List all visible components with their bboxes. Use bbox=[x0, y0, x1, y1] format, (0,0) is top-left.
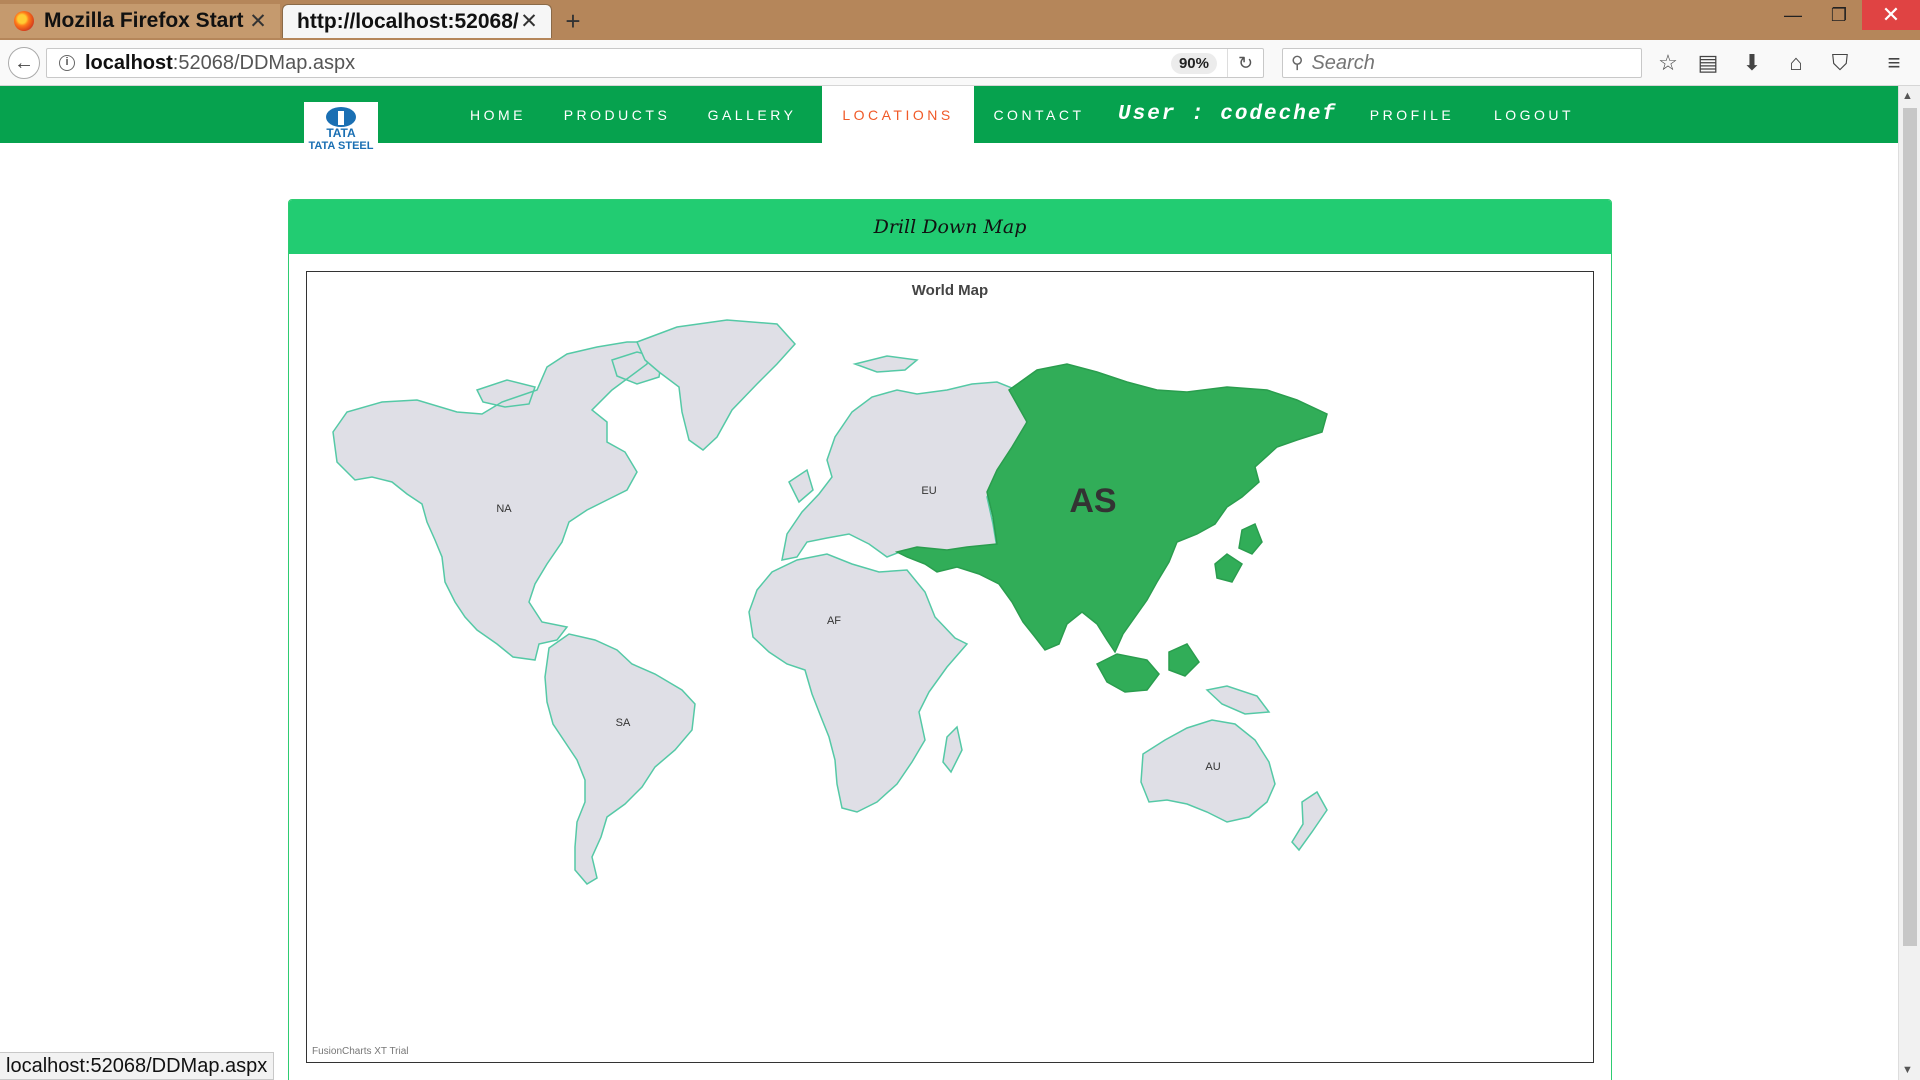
menu-logout[interactable]: LOGOUT bbox=[1482, 86, 1586, 143]
tab-title: Mozilla Firefox Start Page bbox=[44, 9, 248, 32]
scroll-down-arrow-icon[interactable]: ▼ bbox=[1902, 1064, 1913, 1076]
region-eu[interactable] bbox=[781, 355, 1030, 561]
scroll-thumb[interactable] bbox=[1903, 108, 1917, 946]
bookmark-star-icon[interactable]: ☆ bbox=[1652, 47, 1684, 79]
site-header: TATA TATA STEEL HOME PRODUCTS GALLERY LO… bbox=[0, 86, 1898, 156]
trial-watermark: FusionCharts XT Trial bbox=[312, 1046, 409, 1057]
logo-text-tata-steel: TATA STEEL bbox=[308, 139, 374, 152]
reading-list-icon[interactable]: ▤ bbox=[1692, 47, 1724, 79]
menu-locations[interactable]: LOCATIONS bbox=[822, 86, 974, 143]
restore-button[interactable]: ❐ bbox=[1816, 0, 1862, 30]
navigation-toolbar: ← i localhost:52068/DDMap.aspx 90% ↻ ⚲ ☆… bbox=[0, 40, 1920, 86]
region-na[interactable] bbox=[332, 341, 663, 661]
scrollbar[interactable]: ▲ ▼ bbox=[1898, 86, 1920, 1080]
tata-logo-icon bbox=[326, 106, 356, 127]
menu-profile[interactable]: PROFILE bbox=[1360, 86, 1464, 143]
user-label: User : codechef bbox=[1118, 103, 1338, 126]
label-au: AU bbox=[1205, 761, 1220, 773]
minimize-button[interactable]: — bbox=[1770, 0, 1816, 30]
menu-home[interactable]: HOME bbox=[454, 86, 542, 143]
close-tab-icon[interactable]: ✕ bbox=[248, 9, 268, 34]
menu-products[interactable]: PRODUCTS bbox=[548, 86, 686, 143]
tata-steel-logo[interactable]: TATA TATA STEEL bbox=[304, 102, 378, 156]
hamburger-menu-icon[interactable]: ≡ bbox=[1878, 47, 1910, 79]
region-au[interactable] bbox=[1140, 685, 1328, 852]
firefox-logo-icon bbox=[14, 11, 34, 31]
new-tab-button[interactable]: + bbox=[556, 4, 590, 38]
url-bar[interactable]: i localhost:52068/DDMap.aspx 90% ↻ bbox=[46, 48, 1264, 78]
region-greenland[interactable] bbox=[635, 319, 797, 451]
tab-ddmap[interactable]: http://localhost:52068/DDMap.aspx ✕ bbox=[282, 4, 552, 38]
scroll-up-arrow-icon[interactable]: ▲ bbox=[1902, 90, 1913, 102]
region-sa[interactable] bbox=[544, 633, 696, 885]
search-bar[interactable]: ⚲ bbox=[1282, 48, 1642, 78]
download-icon[interactable]: ⬇ bbox=[1736, 47, 1768, 79]
drill-down-panel: Drill Down Map NA SA EU AF AS AU World M… bbox=[288, 199, 1612, 1080]
reload-icon[interactable]: ↻ bbox=[1227, 49, 1263, 77]
logo-text-tata: TATA bbox=[326, 125, 356, 140]
chart-title: World Map bbox=[911, 282, 989, 299]
panel-heading: Drill Down Map bbox=[289, 200, 1611, 254]
status-bar: localhost:52068/DDMap.aspx bbox=[0, 1052, 275, 1080]
pocket-icon[interactable]: ⛉ bbox=[1824, 47, 1856, 79]
close-window-button[interactable]: ✕ bbox=[1862, 0, 1920, 30]
region-af[interactable] bbox=[748, 553, 969, 813]
back-arrow-icon[interactable]: ← bbox=[8, 47, 40, 79]
close-tab-icon[interactable]: ✕ bbox=[519, 9, 539, 34]
info-icon[interactable]: i bbox=[59, 55, 75, 71]
search-input[interactable] bbox=[1311, 51, 1612, 75]
home-icon[interactable]: ⌂ bbox=[1780, 47, 1812, 79]
label-as: AS bbox=[1069, 482, 1116, 520]
menu-contact[interactable]: CONTACT bbox=[982, 86, 1096, 143]
world-map-chart: NA SA EU AF AS AU World Map FusionCharts… bbox=[306, 271, 1594, 1063]
world-map-svg: NA SA EU AF AS AU bbox=[332, 319, 1328, 885]
tab-title: http://localhost:52068/DDMap.aspx bbox=[297, 9, 519, 33]
search-icon: ⚲ bbox=[1291, 53, 1304, 72]
label-na: NA bbox=[496, 503, 512, 515]
zoom-badge[interactable]: 90% bbox=[1170, 52, 1217, 74]
tab-firefox-start[interactable]: Mozilla Firefox Start Page ✕ bbox=[0, 4, 280, 38]
label-af: AF bbox=[827, 615, 841, 627]
title-bar: Mozilla Firefox Start Page ✕ http://loca… bbox=[0, 0, 1920, 40]
page-viewport: TATA TATA STEEL HOME PRODUCTS GALLERY LO… bbox=[0, 86, 1898, 1080]
menu-gallery[interactable]: GALLERY bbox=[694, 86, 810, 143]
label-eu: EU bbox=[921, 485, 936, 497]
url-text[interactable]: localhost:52068/DDMap.aspx bbox=[85, 52, 1171, 75]
label-sa: SA bbox=[616, 717, 631, 729]
